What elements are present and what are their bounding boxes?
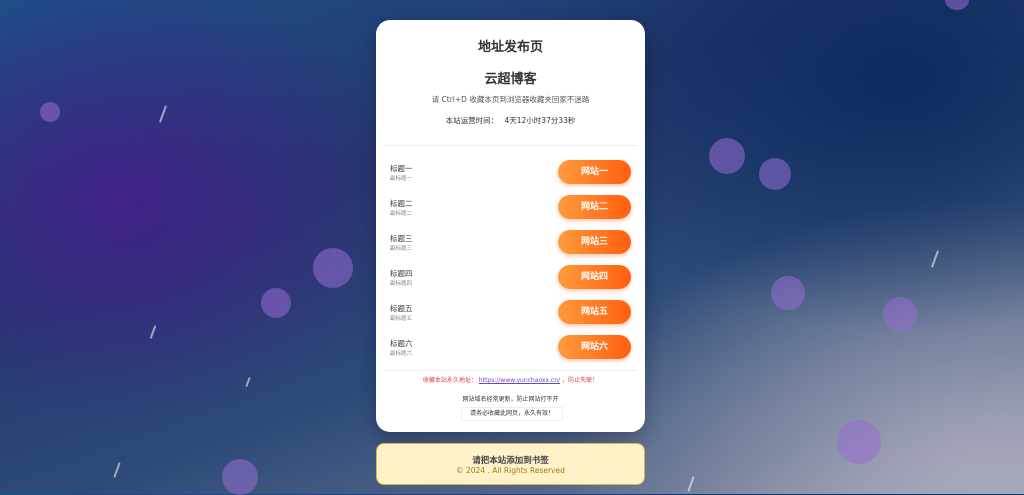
bg-streak [113,462,121,478]
link-row: 标题二 副标题二 网站二 [390,194,632,224]
bookmark-hint: 请 Ctrl+D 收藏本页到浏览器收藏夹回家不迷路 [431,95,590,104]
link-subtitle: 副标题四 [390,281,413,287]
link-subtitle: 副标题六 [390,351,413,357]
bg-bubble [945,0,969,10]
bg-bubble [759,158,791,190]
permanent-suffix: ，防止失联！ [562,377,599,384]
runtime-value: 4天12小时37分33秒 [504,116,576,125]
site-1-button[interactable]: 网站一 [558,160,631,184]
add-bookmark-text: 请把本站添加到书签 [472,456,549,466]
link-subtitle: 副标题三 [390,246,413,252]
site-2-button[interactable]: 网站二 [558,195,631,219]
link-title: 标题一 [390,164,413,173]
link-row: 标题六 副标题六 网站六 [390,334,632,364]
bg-bubble [40,102,60,122]
link-title: 标题三 [390,234,413,243]
site-5-button[interactable]: 网站五 [558,300,631,324]
link-row: 标题五 副标题五 网站五 [390,299,632,329]
bg-bubble [709,138,745,174]
bg-streak [158,105,168,123]
divider [384,370,637,371]
permanent-address: 收藏本站永久地址： https://www.yunchaoxx.cn/，防止失联！ [376,375,645,384]
bg-bubble [883,297,917,331]
permanent-prefix: 收藏本站永久地址： [422,377,477,384]
page-title: 地址发布页 [477,40,543,55]
bg-streak [687,476,695,492]
link-subtitle: 副标题五 [390,316,413,322]
runtime-info: 本站运营时间： 4天12小时37分33秒 [376,115,645,126]
link-subtitle: 副标题一 [390,176,413,182]
bg-streak [149,325,157,339]
bookmark-reminder: 请务必收藏此网页，永久有效！ [461,407,563,421]
domain-update-note: 网站域名经常更新，防止网站打不开 [462,396,559,403]
divider [384,145,637,146]
bg-bubble [837,420,881,464]
link-row: 标题三 副标题三 网站三 [390,229,632,259]
bg-streak [930,250,940,268]
link-title: 标题四 [390,269,413,278]
site-name: 云超博客 [484,72,537,87]
address-card: 地址发布页 云超博客 请 Ctrl+D 收藏本页到浏览器收藏夹回家不迷路 本站运… [376,20,645,432]
permanent-url-link[interactable]: https://www.yunchaoxx.cn/ [479,377,560,384]
runtime-label: 本站运营时间： [445,116,499,125]
bg-streak [245,376,251,388]
footer-banner: 请把本站添加到书签 © 2024 . All Rights Reserved [376,443,645,485]
copyright: © 2024 . All Rights Reserved [456,466,565,475]
link-subtitle: 副标题二 [390,211,413,217]
link-title: 标题二 [390,199,413,208]
link-row: 标题一 副标题一 网站一 [390,159,632,189]
bg-bubble [222,459,258,495]
link-row: 标题四 副标题四 网站四 [390,264,632,294]
site-6-button[interactable]: 网站六 [558,335,631,359]
bg-bubble [771,276,805,310]
site-4-button[interactable]: 网站四 [558,265,631,289]
link-title: 标题五 [390,304,413,313]
bg-bubble [261,288,291,318]
link-title: 标题六 [390,339,413,348]
site-3-button[interactable]: 网站三 [558,230,631,254]
bg-bubble [313,248,353,288]
